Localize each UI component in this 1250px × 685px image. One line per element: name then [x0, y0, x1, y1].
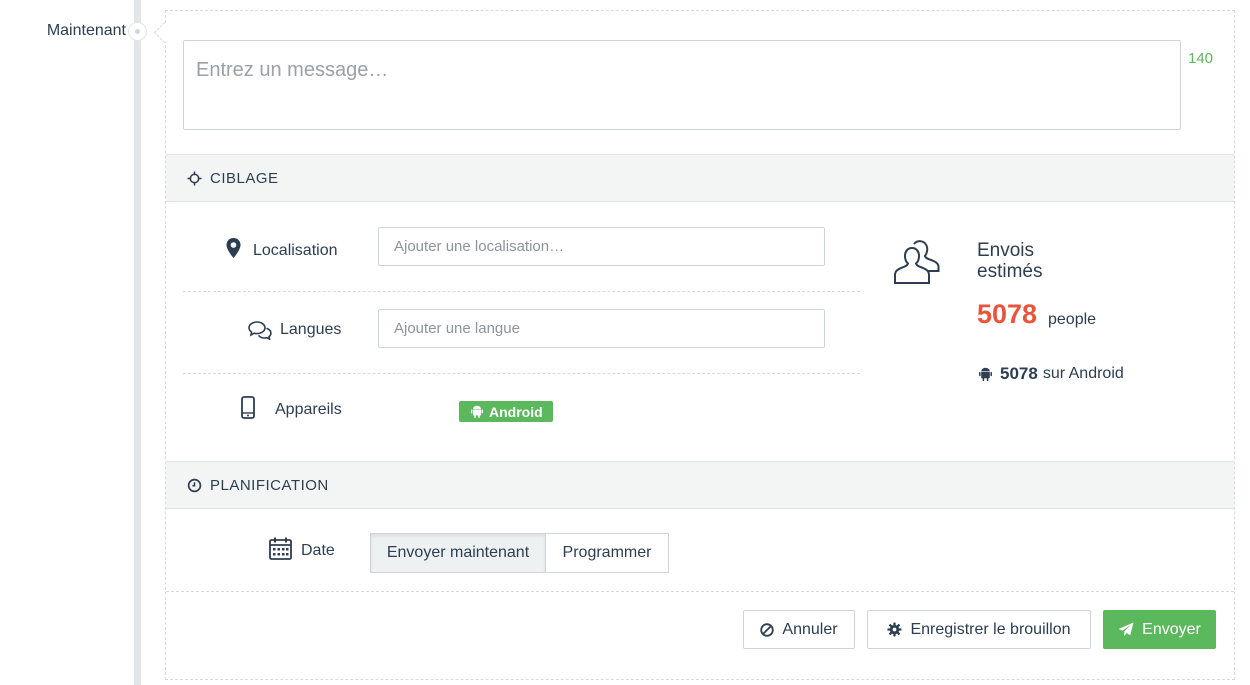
char-counter: 140: [1188, 50, 1214, 67]
date-label: Date: [301, 541, 335, 559]
schedule-button[interactable]: Programmer: [546, 533, 669, 573]
mobile-phone-icon: [241, 395, 255, 419]
languages-label-row: Langues: [248, 320, 341, 340]
cancel-button[interactable]: Annuler: [743, 610, 855, 649]
android-device-badge[interactable]: Android: [459, 401, 553, 422]
estimate-unit: people: [1048, 311, 1097, 328]
android-estimate-label: sur Android: [1042, 365, 1124, 382]
calendar-icon: [269, 537, 292, 560]
languages-input[interactable]: [378, 309, 825, 348]
ban-icon: [760, 622, 775, 637]
location-label-row: Localisation: [226, 236, 338, 260]
targeting-header-label: CIBLAGE: [210, 169, 279, 187]
timeline-label: Maintenant: [46, 22, 126, 39]
save-draft-button[interactable]: Enregistrer le brouillon: [867, 610, 1091, 649]
planning-header: PLANIFICATION: [166, 461, 1234, 509]
location-input[interactable]: [378, 227, 825, 266]
planning-header-label: PLANIFICATION: [210, 476, 329, 494]
footer-divider: [166, 591, 1234, 592]
users-icon: [893, 236, 943, 291]
android-estimate: 5078 sur Android: [979, 364, 1124, 384]
send-now-button[interactable]: Envoyer maintenant: [370, 533, 546, 573]
android-badge-label: Android: [489, 403, 543, 420]
schedule-toggle: Envoyer maintenant Programmer: [370, 533, 669, 573]
crosshair-icon: [187, 170, 202, 186]
android-icon: [979, 367, 992, 381]
targeting-header: CIBLAGE: [166, 154, 1234, 202]
push-composer-page: Maintenant 140 CIBLAGE Localisation: [0, 0, 1250, 685]
cancel-button-label: Annuler: [782, 620, 838, 638]
paper-plane-icon: [1118, 622, 1134, 637]
comments-icon: [248, 320, 272, 340]
estimate-count: 5078: [977, 299, 1038, 329]
location-label: Localisation: [253, 242, 338, 259]
date-label-row: Date: [269, 537, 335, 560]
android-icon: [471, 405, 483, 418]
row-divider: [183, 373, 860, 374]
send-button-label: Envoyer: [1142, 620, 1201, 638]
map-marker-icon: [226, 238, 241, 258]
send-button[interactable]: Envoyer: [1103, 610, 1216, 649]
gear-icon: [887, 622, 902, 637]
timeline-dot: [128, 22, 147, 41]
languages-label: Langues: [280, 321, 342, 338]
message-input[interactable]: [183, 40, 1181, 130]
clock-icon: [187, 478, 202, 493]
devices-label-row: Appareils: [241, 395, 342, 419]
estimate-title: Envois estimés: [977, 240, 1043, 282]
row-divider: [183, 291, 860, 292]
save-draft-button-label: Enregistrer le brouillon: [910, 620, 1071, 638]
devices-label: Appareils: [275, 401, 342, 418]
timeline-line: [134, 0, 141, 685]
android-estimate-count: 5078: [1000, 364, 1038, 383]
